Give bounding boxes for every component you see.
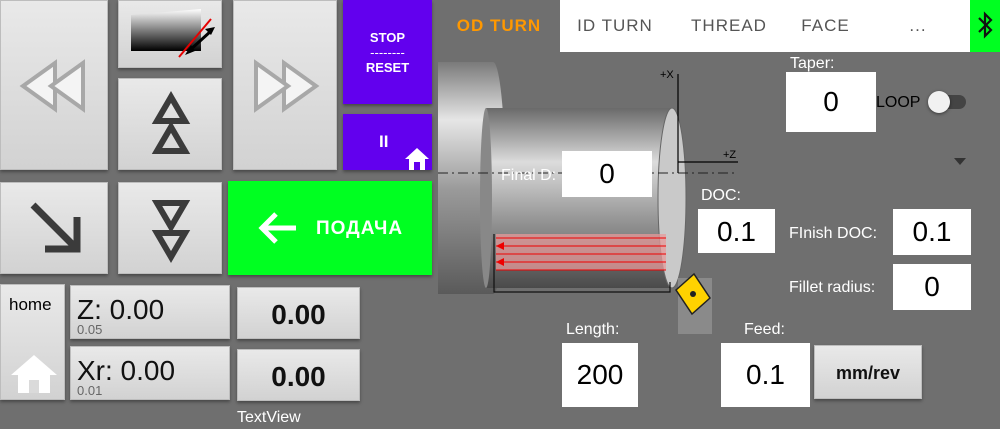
home-icon xyxy=(11,355,57,393)
feed-input[interactable]: 0.1 xyxy=(721,343,810,407)
loop-label: LOOP xyxy=(876,94,921,111)
reset-label: RESET xyxy=(365,60,410,75)
stop-reset-button[interactable]: STOP -------- RESET xyxy=(343,0,432,104)
stop-label: STOP xyxy=(369,30,406,45)
taper-input[interactable]: 0 xyxy=(786,72,876,132)
arrow-left-icon xyxy=(258,212,296,244)
doc-input[interactable]: 0.1 xyxy=(698,209,775,253)
home-icon xyxy=(405,148,429,170)
finish-doc-input[interactable]: 0.1 xyxy=(893,209,971,255)
rewind-button[interactable] xyxy=(0,0,108,170)
final-d-label: Final D: xyxy=(501,167,557,184)
z-step: 0.05 xyxy=(77,322,103,337)
tab-more[interactable]: ... xyxy=(878,0,958,52)
fillet-radius-input[interactable]: 0 xyxy=(893,264,971,310)
feed-label: Feed: xyxy=(744,321,785,338)
taper-icon xyxy=(131,9,215,58)
length-label: Length: xyxy=(566,321,620,338)
feed-button[interactable]: ПОДАЧА xyxy=(228,181,432,275)
dropdown-icon xyxy=(954,158,966,165)
feed-button-label: ПОДАЧА xyxy=(316,218,404,239)
bluetooth-icon xyxy=(978,11,993,39)
xr-value-button[interactable]: 0.00 xyxy=(237,349,360,401)
move-up-button[interactable] xyxy=(118,78,222,170)
home-label: home xyxy=(9,295,52,314)
stop-separator: -------- xyxy=(370,45,405,60)
diagonal-move-button[interactable] xyxy=(0,182,108,274)
finish-doc-label: FInish DOC: xyxy=(789,225,878,242)
up-arrows-icon xyxy=(151,91,191,154)
diagonal-arrow-icon xyxy=(30,202,81,253)
z-value: 0.00 xyxy=(271,299,326,330)
z-value-button[interactable]: 0.00 xyxy=(237,287,360,339)
pause-button[interactable]: II xyxy=(343,114,432,170)
xr-axis-button[interactable]: Xr: 0.00 0.01 xyxy=(70,346,230,400)
fast-forward-button[interactable] xyxy=(233,0,337,170)
tab-thread[interactable]: THREAD xyxy=(674,0,784,52)
taper-button[interactable] xyxy=(118,0,222,68)
tab-bar: OD TURN ID TURN THREAD FACE ... xyxy=(438,0,1000,52)
xr-value: 0.00 xyxy=(271,361,326,392)
xr-step: 0.01 xyxy=(77,383,103,398)
textview-label: TextView xyxy=(237,409,301,426)
taper-label: Taper: xyxy=(790,55,835,72)
down-arrows-icon xyxy=(151,200,191,263)
axis-z-label: +Z xyxy=(723,149,736,161)
length-input[interactable]: 200 xyxy=(562,343,638,407)
loop-switch[interactable] xyxy=(928,90,968,114)
fillet-radius-label: Fillet radius: xyxy=(789,279,876,296)
z-axis-button[interactable]: Z: 0.00 0.05 xyxy=(70,285,230,339)
home-button[interactable]: home xyxy=(0,284,65,400)
fast-forward-icon xyxy=(254,59,320,113)
pause-icon: II xyxy=(379,132,389,151)
tab-face[interactable]: FACE xyxy=(778,0,873,52)
cutting-tool xyxy=(675,272,712,334)
final-d-input[interactable]: 0 xyxy=(562,151,652,197)
move-down-button[interactable] xyxy=(118,182,222,274)
axis-x-label: +X xyxy=(660,69,674,81)
feed-unit-button[interactable]: mm/rev xyxy=(814,345,922,399)
mode-dropdown[interactable] xyxy=(946,152,976,172)
rewind-icon xyxy=(19,59,85,113)
loop-switch-thumb xyxy=(928,91,950,113)
bluetooth-button[interactable] xyxy=(970,0,1000,52)
doc-label: DOC: xyxy=(701,187,741,204)
tab-od-turn[interactable]: OD TURN xyxy=(438,0,560,52)
tab-id-turn[interactable]: ID TURN xyxy=(560,0,670,52)
